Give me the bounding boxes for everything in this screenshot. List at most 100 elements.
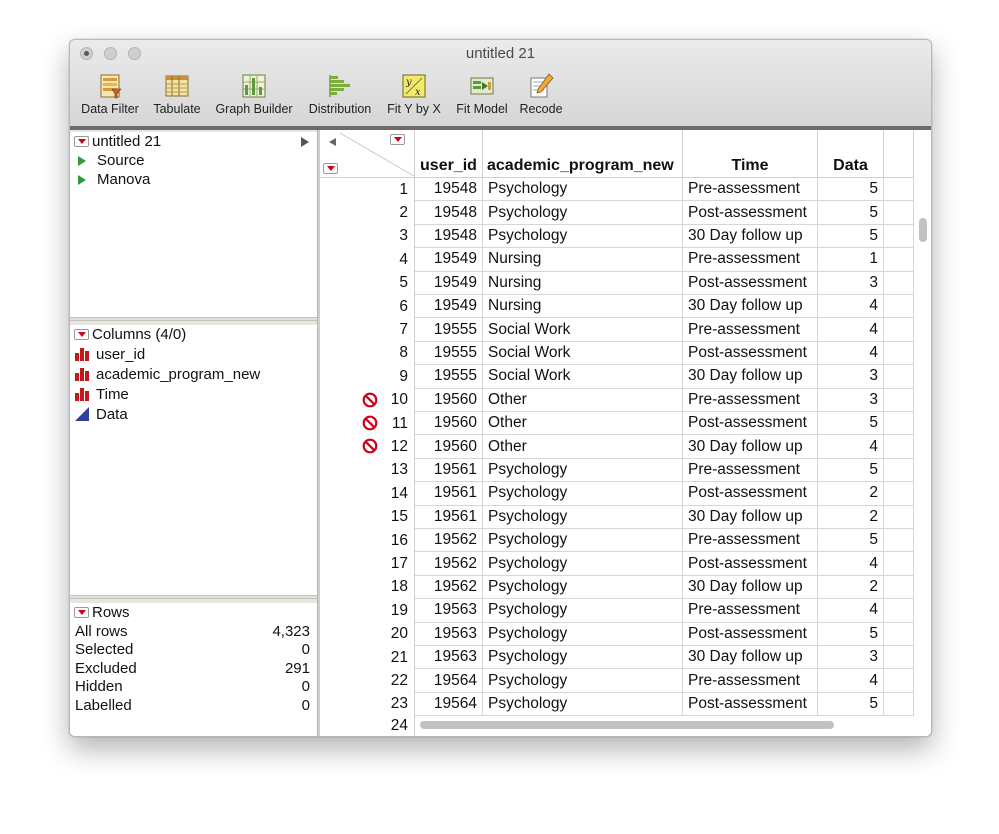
row-number[interactable]: 6: [320, 295, 415, 319]
row-number[interactable]: 8: [320, 341, 415, 366]
table-row[interactable]: 11 19560 Other Post-assessment 5: [320, 412, 931, 436]
table-row[interactable]: 7 19555 Social Work Pre-assessment 4: [320, 318, 931, 342]
table-cell-empty[interactable]: [884, 178, 914, 202]
table-cell[interactable]: Post-assessment: [683, 412, 818, 436]
table-cell-empty[interactable]: [884, 412, 914, 436]
table-cell-empty[interactable]: [884, 201, 914, 225]
table-cell[interactable]: 30 Day follow up: [683, 365, 818, 389]
row-number[interactable]: 23: [320, 692, 415, 717]
rows-panel-header[interactable]: Rows: [70, 603, 317, 622]
table-row[interactable]: 3 19548 Psychology 30 Day follow up 5: [320, 224, 931, 249]
table-cell[interactable]: Psychology: [483, 646, 683, 670]
table-row[interactable]: 22 19564 Psychology Pre-assessment 4: [320, 669, 931, 693]
table-cell[interactable]: 19563: [415, 622, 483, 646]
table-cell[interactable]: Post-assessment: [683, 341, 818, 366]
table-cell-empty[interactable]: [884, 622, 914, 646]
table-cell[interactable]: 5: [818, 412, 884, 436]
table-cell[interactable]: 2: [818, 505, 884, 529]
table-cell[interactable]: Psychology: [483, 599, 683, 623]
table-cell[interactable]: Post-assessment: [683, 201, 818, 225]
table-cell[interactable]: 19549: [415, 271, 483, 295]
table-cell[interactable]: 3: [818, 388, 884, 412]
table-row[interactable]: 8 19555 Social Work Post-assessment 4: [320, 341, 931, 366]
table-cell[interactable]: Psychology: [483, 575, 683, 600]
table-cell[interactable]: 19561: [415, 458, 483, 483]
run-script-icon[interactable]: [78, 155, 86, 166]
table-cell[interactable]: 30 Day follow up: [683, 505, 818, 529]
panel-splitter[interactable]: [70, 595, 317, 599]
table-cell[interactable]: Psychology: [483, 458, 683, 483]
table-cell[interactable]: Pre-assessment: [683, 529, 818, 553]
table-cell-empty[interactable]: [884, 224, 914, 249]
table-cell[interactable]: Pre-assessment: [683, 318, 818, 342]
row-number[interactable]: 4: [320, 248, 415, 272]
table-cell[interactable]: 19555: [415, 365, 483, 389]
table-cell[interactable]: 30 Day follow up: [683, 646, 818, 670]
row-number[interactable]: 17: [320, 552, 415, 576]
table-cell[interactable]: 4: [818, 341, 884, 366]
table-cell-empty[interactable]: [884, 295, 914, 319]
table-row[interactable]: 23 19564 Psychology Post-assessment 5: [320, 692, 931, 717]
columns-red-triangle-icon[interactable]: [390, 134, 405, 145]
table-cell[interactable]: Social Work: [483, 318, 683, 342]
table-cell[interactable]: 30 Day follow up: [683, 435, 818, 459]
table-cell[interactable]: 2: [818, 482, 884, 506]
header-data[interactable]: Data: [818, 130, 884, 178]
column-item-user-id[interactable]: user_id: [70, 344, 317, 364]
table-cell[interactable]: 4: [818, 552, 884, 576]
table-cell[interactable]: 19561: [415, 505, 483, 529]
table-cell[interactable]: 4: [818, 295, 884, 319]
table-cell[interactable]: 30 Day follow up: [683, 575, 818, 600]
script-item-manova[interactable]: Manova: [70, 170, 317, 189]
table-row[interactable]: 12 19560 Other 30 Day follow up 4: [320, 435, 931, 459]
column-item-academic-program-new[interactable]: academic_program_new: [70, 364, 317, 384]
table-cell-empty[interactable]: [884, 646, 914, 670]
table-cell[interactable]: 19563: [415, 599, 483, 623]
row-number[interactable]: 11: [320, 412, 415, 436]
fit-model-button[interactable]: Fit Model: [452, 72, 512, 116]
row-number[interactable]: 10: [320, 388, 415, 412]
table-cell[interactable]: Psychology: [483, 669, 683, 693]
row-number[interactable]: 3: [320, 224, 415, 249]
column-item-time[interactable]: Time: [70, 384, 317, 404]
table-cell[interactable]: Pre-assessment: [683, 388, 818, 412]
header-user-id[interactable]: user_id: [415, 130, 483, 178]
table-cell[interactable]: 19548: [415, 224, 483, 249]
rows-red-triangle-icon[interactable]: [323, 163, 338, 174]
graph-builder-button[interactable]: Graph Builder: [213, 72, 295, 116]
table-panel-header[interactable]: untitled 21: [70, 132, 317, 151]
table-cell[interactable]: Other: [483, 435, 683, 459]
table-cell[interactable]: 1: [818, 248, 884, 272]
table-cell[interactable]: Post-assessment: [683, 552, 818, 576]
table-cell[interactable]: 4: [818, 435, 884, 459]
table-cell[interactable]: Pre-assessment: [683, 248, 818, 272]
table-cell[interactable]: Nursing: [483, 271, 683, 295]
table-cell[interactable]: 2: [818, 575, 884, 600]
table-row[interactable]: 5 19549 Nursing Post-assessment 3: [320, 271, 931, 295]
table-cell[interactable]: Pre-assessment: [683, 458, 818, 483]
table-cell[interactable]: Other: [483, 412, 683, 436]
table-cell-empty[interactable]: [884, 318, 914, 342]
table-cell[interactable]: 5: [818, 178, 884, 202]
row-number[interactable]: 15: [320, 505, 415, 529]
table-cell[interactable]: 5: [818, 529, 884, 553]
table-cell[interactable]: 19560: [415, 435, 483, 459]
table-row[interactable]: 13 19561 Psychology Pre-assessment 5: [320, 458, 931, 483]
run-script-icon[interactable]: [78, 174, 86, 185]
row-number[interactable]: 1: [320, 178, 415, 202]
row-number[interactable]: 21: [320, 646, 415, 670]
table-cell[interactable]: 30 Day follow up: [683, 224, 818, 249]
table-cell[interactable]: Pre-assessment: [683, 178, 818, 202]
table-cell[interactable]: 19555: [415, 318, 483, 342]
row-number[interactable]: 19: [320, 599, 415, 623]
table-cell[interactable]: 5: [818, 458, 884, 483]
table-cell[interactable]: Other: [483, 388, 683, 412]
table-cell[interactable]: 19562: [415, 529, 483, 553]
table-cell[interactable]: Psychology: [483, 505, 683, 529]
table-cell[interactable]: 4: [818, 669, 884, 693]
table-cell[interactable]: Psychology: [483, 201, 683, 225]
table-cell[interactable]: Psychology: [483, 622, 683, 646]
table-cell[interactable]: Psychology: [483, 482, 683, 506]
table-cell[interactable]: 3: [818, 646, 884, 670]
row-number[interactable]: 18: [320, 575, 415, 600]
